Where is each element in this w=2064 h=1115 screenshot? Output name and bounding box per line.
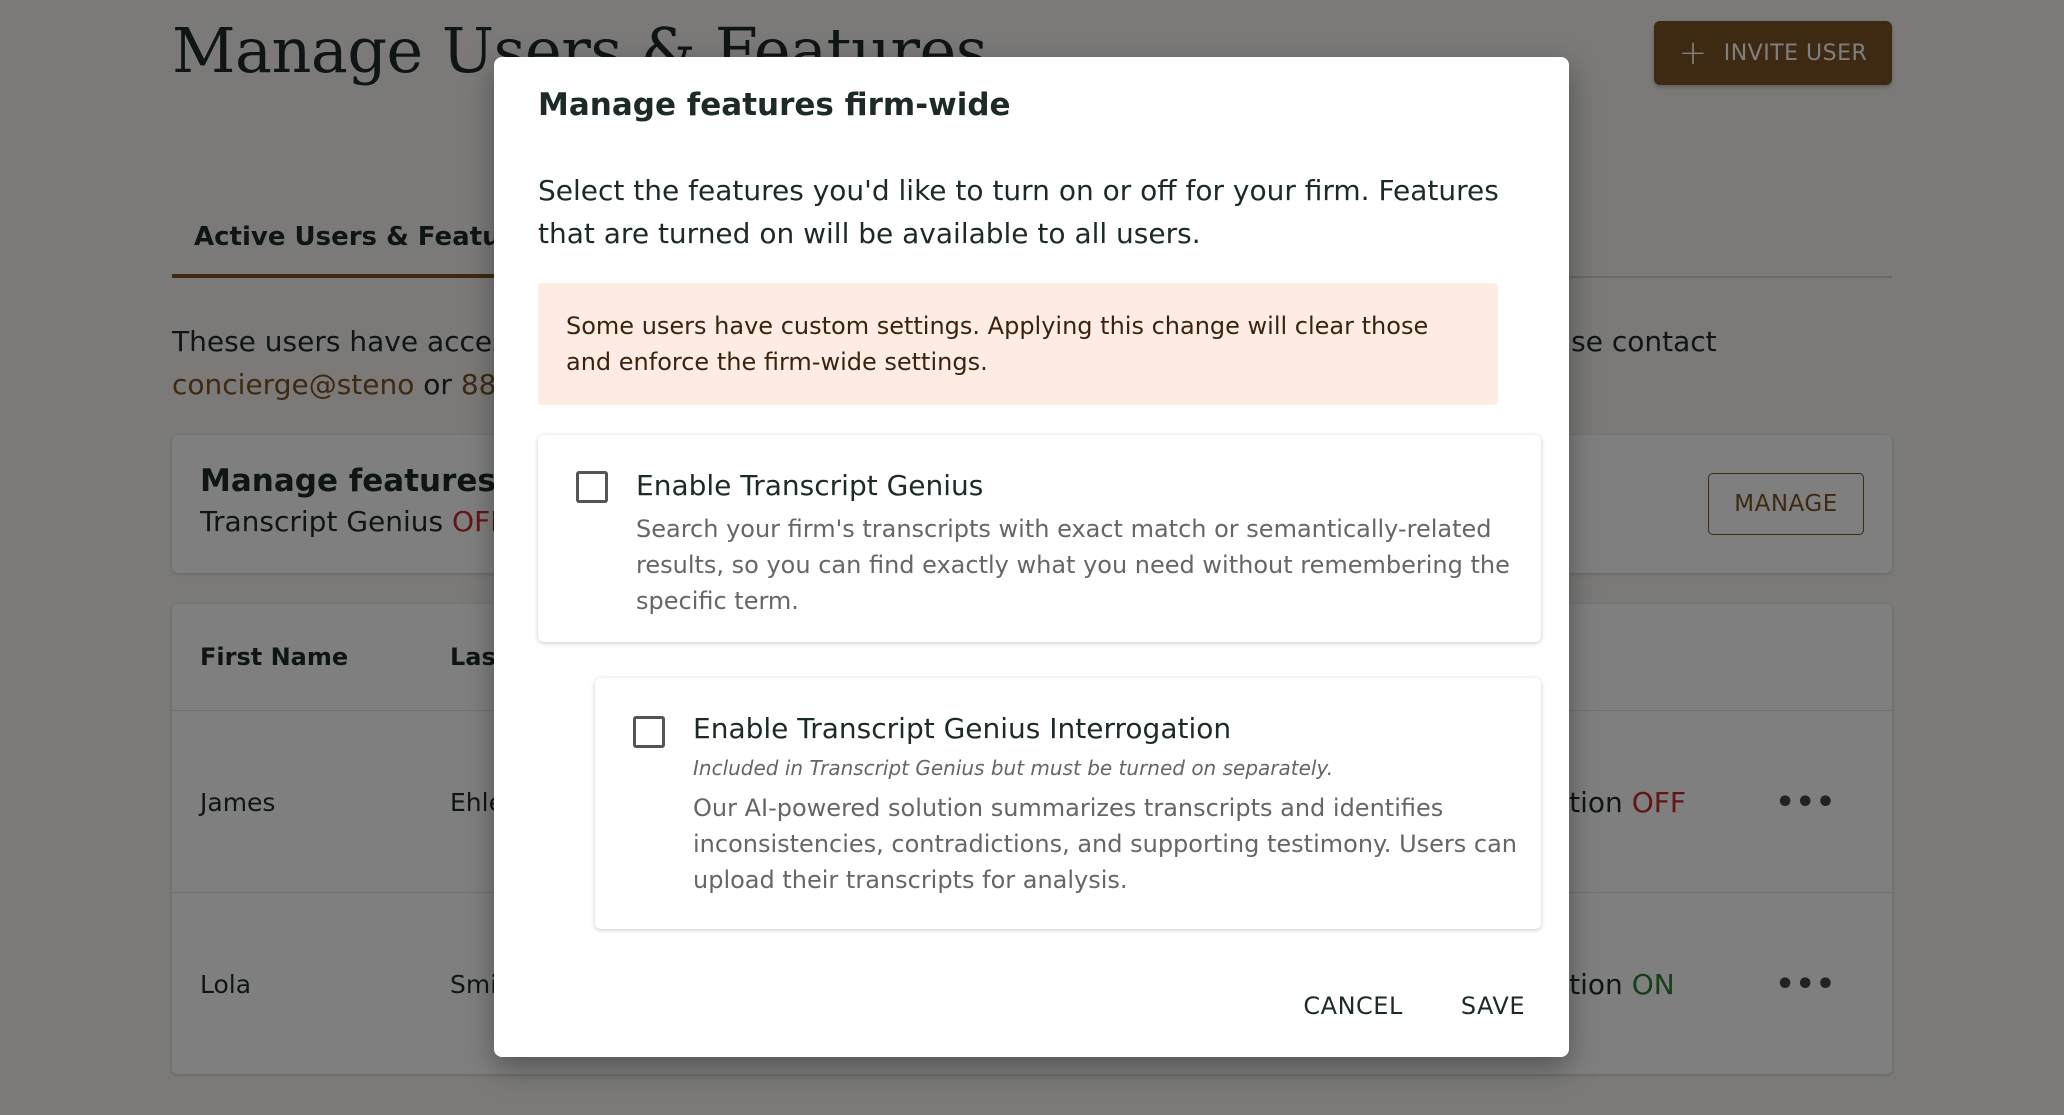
option-title: Enable Transcript Genius — [636, 469, 984, 502]
dialog-description: Select the features you'd like to turn o… — [538, 174, 1499, 250]
dialog-actions: CANCEL SAVE — [1303, 992, 1525, 1020]
option-note: Included in Transcript Genius but must b… — [693, 756, 1334, 780]
interrogation-checkbox[interactable] — [633, 716, 665, 748]
transcript-genius-checkbox[interactable] — [576, 471, 608, 503]
option-transcript-genius[interactable]: Enable Transcript Genius Search your fir… — [538, 435, 1541, 642]
option-description: Search your firm's transcripts with exac… — [636, 515, 1510, 615]
option-title: Enable Transcript Genius Interrogation — [693, 712, 1232, 745]
option-description: Our AI-powered solution summarizes trans… — [693, 794, 1518, 894]
warning-banner: Some users have custom settings. Applyin… — [538, 283, 1498, 405]
option-transcript-genius-interrogation[interactable]: Enable Transcript Genius Interrogation I… — [595, 678, 1541, 929]
dialog-title: Manage features firm-wide — [538, 87, 1011, 123]
cancel-button[interactable]: CANCEL — [1303, 992, 1402, 1020]
warning-text: Some users have custom settings. Applyin… — [566, 312, 1429, 376]
save-button[interactable]: SAVE — [1461, 992, 1525, 1020]
manage-features-dialog: Manage features firm-wide Select the fea… — [494, 57, 1569, 1057]
